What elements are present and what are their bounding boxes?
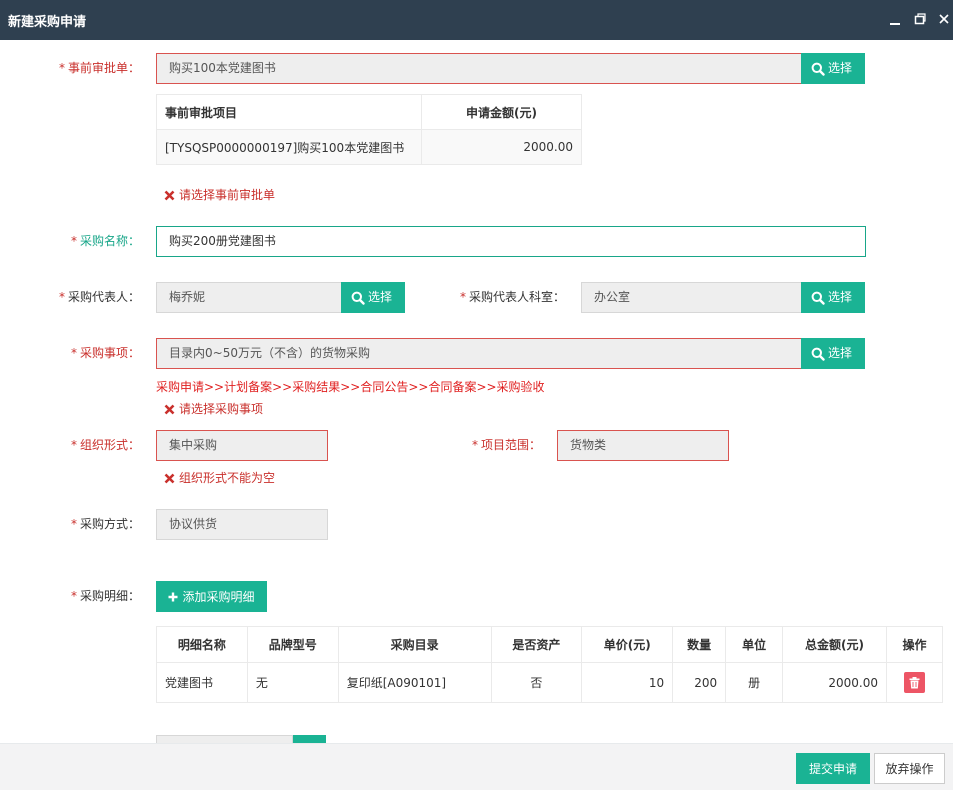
dialog-footer: 提交申请 放弃操作: [0, 743, 953, 790]
add-detail-button[interactable]: 添加采购明细: [156, 581, 267, 612]
purchase-name-input[interactable]: 购买200册党建图书: [156, 226, 866, 257]
table-cell: 册: [725, 662, 784, 703]
table-cell: [885, 662, 944, 703]
error-x-icon: [164, 190, 175, 200]
error-x-icon: [164, 404, 175, 414]
representative-label: * 采购代表人：: [58, 290, 140, 304]
table-cell: 2000.00: [782, 662, 887, 703]
details-label: * 采购明细：: [70, 589, 140, 603]
dialog-titlebar: 新建采购申请: [0, 0, 953, 40]
table-cell: 200: [672, 662, 727, 703]
table-header: 采购目录: [337, 626, 492, 663]
table-cell: 否: [490, 662, 583, 703]
table-header: 总金额(元): [782, 626, 887, 663]
delete-row-button[interactable]: [903, 672, 925, 693]
table-header: 申请金额(元): [421, 94, 582, 130]
purchase-name-label: * 采购名称：: [70, 234, 140, 248]
purchase-item-error: 请选择采购事项: [164, 402, 263, 416]
project-scope-field[interactable]: 货物类: [557, 430, 729, 461]
project-scope-label: * 项目范围：: [471, 438, 541, 452]
org-form-label: * 组织形式：: [70, 438, 140, 452]
partial-select-button[interactable]: [293, 735, 326, 743]
representative-select-button[interactable]: 选择: [341, 282, 405, 313]
purchase-item-field[interactable]: 目录内0~50万元（不含）的货物采购: [156, 338, 802, 369]
minimize-icon[interactable]: [887, 10, 903, 28]
pre-approval-select-button[interactable]: 选择: [801, 53, 865, 84]
table-cell: 2000.00: [421, 129, 582, 165]
plus-icon: [168, 592, 178, 601]
close-icon[interactable]: [936, 10, 952, 28]
org-form-error: 组织形式不能为空: [164, 471, 275, 485]
rep-department-select-button[interactable]: 选择: [801, 282, 865, 313]
maximize-icon[interactable]: [912, 10, 928, 28]
table-header: 单位: [725, 626, 784, 663]
search-icon: [811, 347, 825, 361]
error-x-icon: [164, 473, 175, 483]
purchase-item-label: * 采购事项：: [70, 346, 140, 360]
table-header: 是否资产: [490, 626, 583, 663]
table-header: 单价(元): [581, 626, 674, 663]
table-cell: 无: [246, 662, 339, 703]
table-cell: [TYSQSP0000000197]购买100本党建图书: [156, 129, 422, 165]
rep-department-field[interactable]: 办公室: [581, 282, 802, 313]
pre-approval-label: * 事前审批单：: [58, 61, 140, 75]
org-form-field[interactable]: 集中采购: [156, 430, 328, 461]
trash-icon: [909, 676, 920, 688]
table-header: 数量: [672, 626, 727, 663]
purchase-method-label: * 采购方式：: [70, 517, 140, 531]
rep-department-label: * 采购代表人科室：: [459, 290, 565, 304]
table-header: 明细名称: [156, 626, 248, 663]
cancel-button[interactable]: 放弃操作: [874, 753, 945, 784]
table-cell: 党建图书: [156, 662, 248, 703]
table-row: 党建图书 无 复印纸[A090101] 否 10 200 册 2000.00: [156, 662, 944, 703]
table-cell: 复印纸[A090101]: [337, 662, 492, 703]
details-table: 明细名称 品牌型号 采购目录 是否资产 单价(元) 数量 单位 总金额(元) 操…: [156, 626, 944, 703]
table-header: 品牌型号: [246, 626, 339, 663]
pre-approval-field[interactable]: 购买100本党建图书: [156, 53, 802, 84]
purchase-item-select-button[interactable]: 选择: [801, 338, 865, 369]
table-row: [TYSQSP0000000197]购买100本党建图书 2000.00: [156, 129, 582, 165]
representative-field[interactable]: 梅乔妮: [156, 282, 342, 313]
table-cell: 10: [581, 662, 674, 703]
form-content: * 事前审批单： 购买100本党建图书 选择 事前审批项目 申请金额(元) [TY…: [0, 40, 953, 743]
pre-approval-error: 请选择事前审批单: [164, 188, 275, 202]
table-header: 事前审批项目: [156, 94, 422, 130]
partial-field[interactable]: [156, 735, 293, 743]
search-icon: [811, 62, 825, 76]
process-flow-text: 采购申请>>计划备案>>采购结果>>合同公告>>合同备案>>采购验收: [156, 380, 545, 394]
search-icon: [811, 291, 825, 305]
pre-approval-table: 事前审批项目 申请金额(元) [TYSQSP0000000197]购买100本党…: [156, 94, 582, 165]
purchase-method-field[interactable]: 协议供货: [156, 509, 328, 540]
submit-button[interactable]: 提交申请: [796, 753, 870, 784]
dialog-title: 新建采购申请: [8, 15, 87, 30]
search-icon: [351, 291, 365, 305]
table-header: 操作: [885, 626, 944, 663]
